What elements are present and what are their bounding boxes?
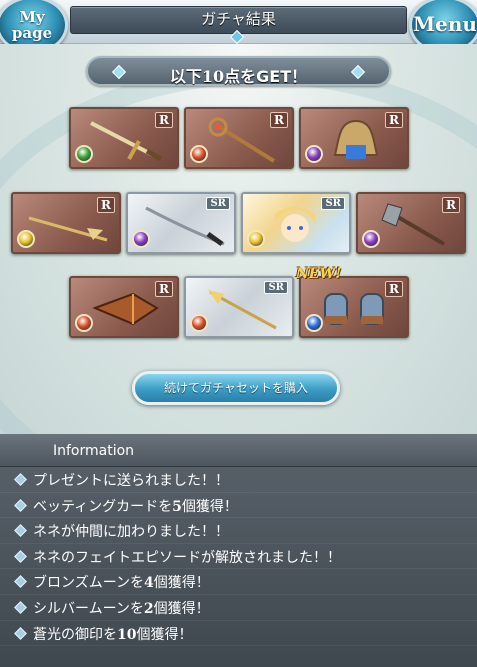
- information-panel: Information プレゼントに送られました！！ ベッティングカードを5個獲得…: [0, 434, 477, 667]
- information-item: 蒼光の御印を10個獲得！: [0, 621, 477, 647]
- element-orb-icon: [132, 230, 150, 248]
- rarity-badge: R: [385, 281, 403, 297]
- new-badge: NEW!: [296, 266, 342, 282]
- page-title: ガチャ結果: [201, 10, 276, 28]
- rarity-badge: SR: [206, 197, 230, 210]
- item-card[interactable]: R: [299, 107, 409, 169]
- rarity-badge: R: [270, 112, 288, 128]
- rarity-badge: R: [155, 112, 173, 128]
- information-text-part: 個獲得！: [181, 498, 238, 515]
- information-header: Information: [0, 434, 477, 467]
- gacha-result-area: 以下10点をGET！ R R R R SR SR R R SR R NEW! 続…: [0, 44, 477, 434]
- element-orb-icon: [190, 145, 208, 163]
- information-count: 5: [172, 498, 182, 515]
- information-text: ネネが仲間に加わりました！！: [33, 524, 229, 541]
- rarity-badge: SR: [321, 197, 345, 210]
- item-card[interactable]: R: [184, 107, 294, 169]
- rarity-badge: R: [385, 112, 403, 128]
- information-text-part: 個獲得！: [136, 626, 193, 643]
- diamond-bullet-icon: [14, 601, 27, 614]
- rarity-badge: SR: [264, 281, 288, 294]
- information-text-part: ブロンズムーンを: [33, 575, 145, 592]
- buy-gacha-set-button[interactable]: 続けてガチャセットを購入: [132, 371, 340, 405]
- element-orb-icon: [247, 230, 265, 248]
- information-title: Information: [53, 443, 135, 459]
- information-count: 10: [117, 626, 137, 643]
- header: ガチャ結果 My page Menu: [0, 0, 477, 54]
- information-text: 蒼光の御印を10個獲得！: [33, 624, 192, 644]
- item-card[interactable]: R: [356, 192, 466, 254]
- information-text-part: 蒼光の御印を: [33, 626, 117, 643]
- element-orb-icon: [75, 314, 93, 332]
- element-orb-icon: [305, 314, 323, 332]
- element-orb-icon: [190, 314, 208, 332]
- item-card[interactable]: R: [11, 192, 121, 254]
- information-item: ブロンズムーンを4個獲得！: [0, 569, 477, 595]
- diamond-bullet-icon: [14, 575, 27, 589]
- information-list: プレゼントに送られました！！ ベッティングカードを5個獲得！ ネネが仲間に加わりまし…: [0, 467, 477, 647]
- banner-suffix: 点をGET！: [224, 67, 308, 86]
- information-item: シルバームーンを2個獲得！: [0, 595, 477, 621]
- information-item: ネネが仲間に加わりました！！: [0, 518, 477, 544]
- diamond-bullet-icon: [14, 626, 27, 640]
- element-orb-icon: [17, 230, 35, 248]
- item-card[interactable]: SR: [241, 192, 351, 254]
- information-text: ベッティングカードを5個獲得！: [33, 496, 238, 516]
- result-banner: 以下10点をGET！: [86, 56, 391, 86]
- information-text-part: 個獲得！: [153, 600, 210, 617]
- element-orb-icon: [305, 145, 323, 163]
- item-card[interactable]: SR: [184, 276, 294, 338]
- item-card[interactable]: R: [299, 276, 409, 338]
- diamond-bullet-icon: [14, 549, 27, 563]
- information-text: ブロンズムーンを4個獲得！: [33, 572, 210, 592]
- information-text-part: 個獲得！: [153, 575, 210, 592]
- rarity-badge: R: [155, 281, 173, 297]
- item-card[interactable]: SR: [126, 192, 236, 254]
- information-item: ネネのフェイトエピソードが解放されました！！: [0, 544, 477, 570]
- banner-count: 10: [201, 67, 225, 86]
- rarity-badge: R: [97, 197, 115, 213]
- diamond-bullet-icon: [14, 473, 27, 486]
- item-card[interactable]: R: [69, 276, 179, 338]
- element-orb-icon: [75, 145, 93, 163]
- information-text: シルバームーンを2個獲得！: [33, 598, 210, 618]
- information-text: プレゼントに送られました！！: [33, 473, 229, 489]
- information-text-part: シルバームーンを: [33, 600, 144, 617]
- information-item: ベッティングカードを5個獲得！: [0, 493, 477, 519]
- banner-prefix: 以下: [169, 67, 202, 86]
- information-count: 4: [144, 575, 154, 592]
- information-count: 2: [143, 600, 154, 617]
- information-text-part: ベッティングカードを: [33, 498, 173, 515]
- diamond-bullet-icon: [14, 498, 27, 512]
- information-text: ネネのフェイトエピソードが解放されました！！: [33, 549, 341, 566]
- element-orb-icon: [362, 230, 380, 248]
- item-card[interactable]: R: [69, 107, 179, 169]
- rarity-badge: R: [442, 197, 460, 213]
- result-banner-text: 以下10点をGET！: [88, 63, 389, 87]
- diamond-bullet-icon: [14, 524, 27, 538]
- information-item: プレゼントに送られました！！: [0, 467, 477, 493]
